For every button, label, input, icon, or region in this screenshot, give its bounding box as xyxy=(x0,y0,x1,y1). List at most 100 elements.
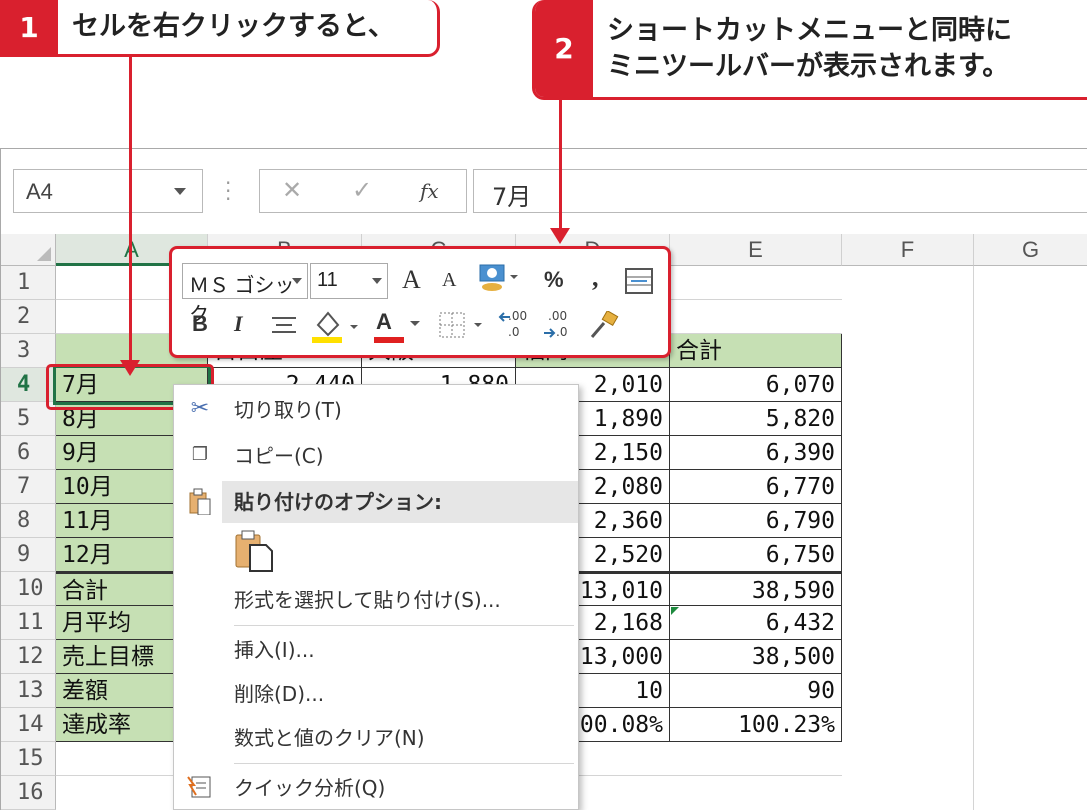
row-header[interactable]: 11 xyxy=(1,606,56,640)
row-header[interactable]: 2 xyxy=(1,300,56,334)
cell-e6[interactable]: 6,390 xyxy=(670,436,842,470)
menu-item-cut[interactable]: ✂ 切り取り(T) xyxy=(174,389,578,431)
callout-1-arrow xyxy=(129,57,132,362)
chevron-down-icon[interactable] xyxy=(292,278,302,284)
decrease-decimal-label: .0 xyxy=(556,325,568,339)
name-box[interactable]: A4 xyxy=(13,169,203,213)
row-header[interactable]: 10 xyxy=(1,572,56,606)
increase-decimal-label: .00 xyxy=(548,309,568,323)
cell[interactable] xyxy=(842,266,974,810)
row-header[interactable]: 8 xyxy=(1,504,56,538)
align-center-icon[interactable] xyxy=(270,315,298,339)
bold-button[interactable]: B xyxy=(192,311,208,337)
cell-e3[interactable]: 合計 xyxy=(670,334,842,368)
menu-item-delete[interactable]: 削除(D)... xyxy=(174,673,578,715)
font-color-swatch xyxy=(374,337,404,343)
cell-e13[interactable]: 90 xyxy=(670,674,842,708)
row-header[interactable]: 16 xyxy=(1,776,56,810)
cell-e7[interactable]: 6,770 xyxy=(670,470,842,504)
formula-buttons: ✕ ✓ fx xyxy=(259,169,467,213)
cell-e9[interactable]: 6,750 xyxy=(670,538,842,572)
cell-e10[interactable]: 38,590 xyxy=(670,572,842,606)
increase-decimal-button[interactable]: .00 .0 xyxy=(498,309,534,343)
menu-item-label: 切り取り(T) xyxy=(234,398,342,422)
row-header[interactable]: 13 xyxy=(1,674,56,708)
context-menu: ✂ 切り取り(T) ❐ コピー(C) 貼り付けのオプション: 形式を選択して貼り… xyxy=(173,384,579,810)
menu-separator xyxy=(234,763,574,764)
row-header[interactable]: 12 xyxy=(1,640,56,674)
menu-item-clear[interactable]: 数式と値のクリア(N) xyxy=(174,717,578,759)
cell[interactable] xyxy=(974,266,1087,810)
paste-options-gutter xyxy=(174,481,222,523)
borders-icon[interactable] xyxy=(438,311,492,341)
menu-item-label: クイック分析(Q) xyxy=(234,776,386,800)
italic-button[interactable]: I xyxy=(234,311,243,337)
formula-input[interactable]: 7月 xyxy=(473,169,1087,213)
cell-e8[interactable]: 6,790 xyxy=(670,504,842,538)
arrow-head-icon xyxy=(550,228,570,244)
cancel-icon[interactable]: ✕ xyxy=(282,176,302,204)
fill-color-icon[interactable] xyxy=(310,309,364,345)
menu-item-label: 形式を選択して貼り付け(S)... xyxy=(234,588,501,612)
font-color-button[interactable]: A xyxy=(372,309,426,345)
font-size-select[interactable]: 11 xyxy=(310,263,388,299)
menu-item-paste-special[interactable]: 形式を選択して貼り付け(S)... xyxy=(174,579,578,621)
font-name-select[interactable]: ＭＳ ゴシック xyxy=(182,263,308,326)
format-painter-icon[interactable] xyxy=(586,311,620,341)
menu-item-copy[interactable]: ❐ コピー(C) xyxy=(174,435,578,477)
merge-center-icon[interactable] xyxy=(624,267,654,295)
row-header[interactable]: 15 xyxy=(1,742,56,776)
column-header-f[interactable]: F xyxy=(842,234,974,266)
row-header[interactable]: 14 xyxy=(1,708,56,742)
decrease-decimal-button[interactable]: .00 .0 xyxy=(542,309,578,343)
shrink-font-button[interactable]: A xyxy=(442,269,456,292)
mini-toolbar: ＭＳ ゴシック 11 A A % , B I A .00 .0 .00 .0 xyxy=(169,246,671,358)
paste-icon[interactable] xyxy=(232,529,276,573)
cell-e4[interactable]: 6,070 xyxy=(670,368,842,402)
callout-number: 2 xyxy=(535,0,593,97)
row-header[interactable]: 7 xyxy=(1,470,56,504)
cell-e11[interactable]: 6,432 xyxy=(670,606,842,640)
copy-icon: ❐ xyxy=(191,444,209,465)
cell-e14[interactable]: 100.23% xyxy=(670,708,842,742)
menu-item-label: コピー(C) xyxy=(234,444,324,468)
chevron-down-icon[interactable] xyxy=(372,278,382,284)
paste-options-header: 貼り付けのオプション: xyxy=(222,481,578,523)
accounting-format-icon[interactable] xyxy=(478,263,518,293)
formula-bar: A4 · · · ✕ ✓ fx 7月 xyxy=(1,149,1087,233)
menu-item-label: 数式と値のクリア(N) xyxy=(234,726,425,750)
chevron-down-icon[interactable] xyxy=(408,319,422,329)
insert-function-icon[interactable]: fx xyxy=(420,179,439,203)
enter-icon[interactable]: ✓ xyxy=(352,176,372,204)
row-header[interactable]: 3 xyxy=(1,334,56,368)
callout-2-arrow xyxy=(559,100,562,230)
callout-text: ショートカットメニューと同時に ミニツールバーが表示されます。 xyxy=(593,13,1012,85)
menu-item-label: 削除(D)... xyxy=(234,682,325,706)
callout-line: ミニツールバーが表示されます。 xyxy=(607,50,1010,82)
menu-item-quick-analysis[interactable]: クイック分析(Q) xyxy=(174,767,578,809)
cell-e12[interactable]: 38,500 xyxy=(670,640,842,674)
select-all-corner[interactable] xyxy=(1,234,56,266)
callout-number: 1 xyxy=(0,0,58,54)
chevron-down-icon[interactable] xyxy=(174,188,186,195)
row-header[interactable]: 1 xyxy=(1,266,56,300)
menu-item-label: 挿入(I)... xyxy=(234,638,315,662)
callout-text: セルを右クリックすると、 xyxy=(72,11,395,42)
arrow-right-icon xyxy=(544,328,556,338)
clipboard-icon xyxy=(189,488,211,515)
grow-font-button[interactable]: A xyxy=(402,265,421,295)
percent-style-button[interactable]: % xyxy=(544,267,564,293)
cell-e5[interactable]: 5,820 xyxy=(670,402,842,436)
quick-analysis-icon xyxy=(187,776,211,798)
row-header[interactable]: 9 xyxy=(1,538,56,572)
error-indicator-icon xyxy=(671,607,679,615)
row-header[interactable]: 6 xyxy=(1,436,56,470)
column-header-e[interactable]: E xyxy=(670,234,842,266)
column-header-g[interactable]: G xyxy=(974,234,1087,266)
decrease-decimal-label: .0 xyxy=(508,325,520,339)
callout-step-2: 2 ショートカットメニューと同時に ミニツールバーが表示されます。 xyxy=(532,0,1087,100)
comma-style-button[interactable]: , xyxy=(592,263,599,293)
callout-line: ショートカットメニューと同時に xyxy=(607,14,1012,46)
scissors-icon: ✂ xyxy=(190,396,210,421)
menu-item-insert[interactable]: 挿入(I)... xyxy=(174,629,578,671)
